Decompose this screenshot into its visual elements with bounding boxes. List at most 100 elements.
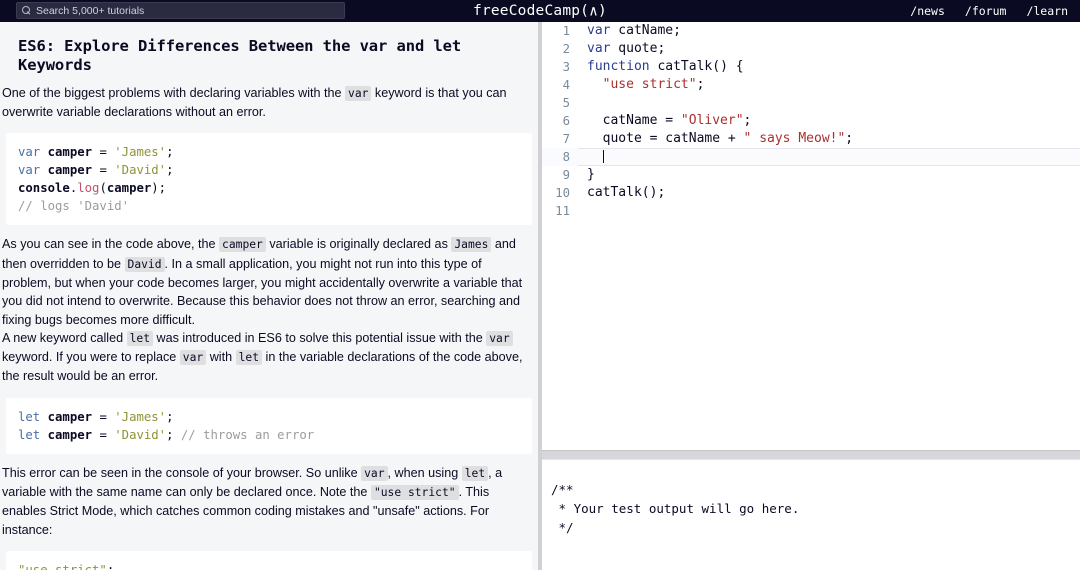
editor-line[interactable]: 5 (542, 94, 1080, 112)
p4-text-1: This error can be seen in the console of… (2, 465, 362, 480)
code-token: = (92, 163, 115, 178)
p3-text-1: A new keyword called (2, 330, 127, 345)
flame-icon: ∧ (589, 3, 599, 20)
editor-line-code[interactable] (578, 202, 1080, 220)
code-token: = (92, 409, 115, 424)
instructions-pane[interactable]: ES6: Explore Differences Between the var… (0, 22, 538, 570)
code-token: "use strict" (18, 562, 107, 570)
code-token: = (92, 145, 115, 160)
code-token: // throws an error (180, 427, 315, 442)
code-block-2: let camper = 'James'; let camper = 'David… (6, 397, 532, 454)
editor-line-number: 9 (562, 168, 570, 182)
inline-code-let-3: let (461, 465, 489, 481)
editor-line[interactable]: 2 var quote; (542, 40, 1080, 58)
code-token: var (18, 145, 41, 160)
p3-text-4: with (206, 350, 236, 365)
code-block-3: "use strict";x = 3.14; // throws an erro… (6, 550, 532, 570)
nav-link-learn[interactable]: /learn (1026, 4, 1068, 18)
editor-token: var (587, 41, 611, 56)
inline-code-var: var (345, 85, 372, 101)
editor-line[interactable]: 7 quote = catName + " says Meow!"; (542, 130, 1080, 148)
editor-line-number: 4 (562, 78, 570, 92)
code-token: console (18, 181, 70, 196)
editor-token: var (587, 23, 611, 38)
editor-token: catName = (587, 113, 681, 128)
paragraph-1: One of the biggest problems with declari… (0, 84, 538, 122)
editor-line[interactable]: 8 (542, 148, 1080, 166)
code-token: ; (166, 427, 181, 442)
nav-link-forum[interactable]: /forum (965, 4, 1007, 18)
editor-line-code[interactable] (578, 148, 1080, 166)
editor-line[interactable]: 10 catTalk(); (542, 184, 1080, 202)
output-divider[interactable] (542, 450, 1080, 460)
editor-token: ; (845, 131, 854, 146)
editor-token: catTalk(); (587, 185, 666, 200)
editor-line-code[interactable]: "use strict"; (578, 76, 1080, 94)
inline-code-david: David (124, 256, 165, 272)
editor-line[interactable]: 9} (542, 166, 1080, 184)
editor-line[interactable]: 6 catName = "Oliver"; (542, 112, 1080, 130)
code-token: = (92, 427, 115, 442)
editor-line-number: 6 (562, 114, 570, 128)
test-output-panel: /** * Your test output will go here. */ (542, 460, 1080, 570)
editor-token (587, 77, 603, 92)
editor-line-code[interactable]: quote = catName + " says Meow!"; (578, 130, 1080, 148)
code-token: ; (166, 145, 174, 160)
code-token: ; (166, 163, 174, 178)
editor-token: } (587, 167, 595, 182)
text-cursor (602, 150, 604, 163)
code-editor[interactable]: 1 var catName; 2 var quote; 3 function catTal… (542, 22, 1080, 450)
inline-code-let-2: let (235, 350, 263, 366)
search-box[interactable] (16, 2, 345, 19)
editor-line-code[interactable]: } (578, 166, 1080, 184)
editor-line-code[interactable]: var quote; (578, 40, 1080, 58)
editor-line[interactable]: 4 "use strict"; (542, 76, 1080, 94)
p3-text-2: was introduced in ES6 to solve this pote… (153, 330, 487, 345)
p2-text-2: variable is originally declared as (265, 237, 452, 252)
code-token: 'James' (114, 145, 167, 160)
inline-code-var-4: var (361, 465, 388, 481)
code-line: "use strict"; (18, 561, 520, 570)
top-navbar: freeCodeCamp(∧) /news /forum /learn (0, 0, 1080, 22)
editor-token: catTalk() { (649, 59, 744, 74)
code-token: ( (99, 181, 107, 196)
editor-line-code[interactable] (578, 94, 1080, 112)
editor-token: "use strict" (602, 77, 697, 92)
editor-pane: 1 var catName; 2 var quote; 3 function catTal… (542, 22, 1080, 570)
editor-line-number: 11 (555, 204, 570, 218)
p4-text-2: , when using (387, 465, 462, 480)
code-token: // logs 'David' (18, 199, 130, 214)
editor-line-number: 7 (562, 132, 570, 146)
editor-line-code[interactable]: catName = "Oliver"; (578, 112, 1080, 130)
editor-token: ; (743, 113, 752, 128)
editor-line-code[interactable]: catTalk(); (578, 184, 1080, 202)
code-token: log (77, 181, 100, 196)
editor-token: quote; (610, 41, 666, 56)
search-input[interactable] (36, 3, 326, 18)
editor-token: ; (696, 77, 705, 92)
editor-token: " says Meow!" (743, 131, 846, 146)
editor-token: function (587, 59, 650, 74)
editor-line[interactable]: 11 (542, 202, 1080, 220)
code-token: 'David' (114, 163, 167, 178)
code-line: console.log(camper); (18, 179, 520, 197)
editor-token: "Oliver" (680, 113, 744, 128)
paragraph-4: This error can be seen in the console of… (0, 464, 538, 539)
code-token: let (18, 427, 41, 442)
code-token: ; (106, 562, 115, 570)
editor-line-code[interactable]: function catTalk() { (578, 58, 1080, 76)
editor-line-code[interactable]: var catName; (578, 22, 1080, 40)
editor-line[interactable]: 1 var catName; (542, 22, 1080, 40)
challenge-title: ES6: Explore Differences Between the var… (18, 37, 462, 75)
editor-line-number: 5 (562, 96, 570, 110)
code-token: camper (47, 427, 93, 442)
code-token: camper (47, 163, 93, 178)
code-line: let camper = 'David'; // throws an error (18, 426, 520, 444)
nav-link-news[interactable]: /news (910, 4, 945, 18)
editor-line[interactable]: 3 function catTalk() { (542, 58, 1080, 76)
editor-token: quote = catName + (587, 131, 744, 146)
editor-token (587, 150, 603, 165)
editor-line-number: 3 (562, 60, 570, 74)
